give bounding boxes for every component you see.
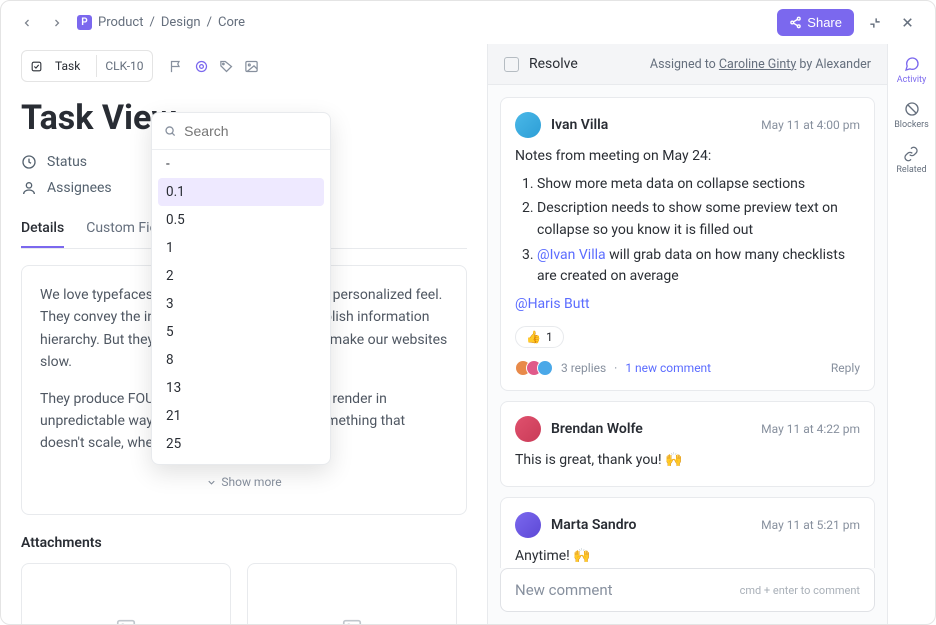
attachments-row: [21, 563, 467, 624]
resolve-label[interactable]: Resolve: [529, 56, 578, 72]
estimate-icon[interactable]: [194, 59, 209, 74]
replies-count[interactable]: 3 replies: [561, 361, 606, 375]
flag-icon[interactable]: [169, 59, 184, 74]
mention-link[interactable]: @Ivan Villa: [537, 247, 606, 263]
status-label: Status: [47, 154, 87, 170]
comment-time: May 11 at 4:22 pm: [761, 422, 860, 436]
dropdown-item[interactable]: 8: [152, 346, 330, 374]
sidebar-related[interactable]: Related: [896, 146, 926, 175]
dropdown-item[interactable]: 3: [152, 290, 330, 318]
share-button[interactable]: Share: [777, 9, 854, 36]
comments-list: Ivan Villa May 11 at 4:00 pm Notes from …: [488, 85, 887, 568]
breadcrumb-item[interactable]: Product: [98, 15, 143, 30]
comment-list-item: @Ivan Villa will grab data on how many c…: [537, 245, 860, 288]
sidebar-activity[interactable]: Activity: [897, 56, 926, 85]
assignee-link[interactable]: Caroline Ginty: [719, 57, 796, 72]
minimize-icon[interactable]: [864, 12, 886, 34]
comment-time: May 11 at 5:21 pm: [761, 518, 860, 532]
attachment-placeholder[interactable]: [21, 563, 231, 624]
comment: Ivan Villa May 11 at 4:00 pm Notes from …: [500, 97, 875, 391]
topbar: P Product / Design / Core Share: [1, 1, 935, 44]
breadcrumb-item[interactable]: Core: [218, 15, 245, 30]
attachments-heading: Attachments: [21, 535, 467, 551]
nav-forward-icon[interactable]: [47, 13, 67, 33]
composer-hint: cmd + enter to comment: [740, 584, 860, 597]
dropdown-item[interactable]: 25: [152, 430, 330, 458]
task-pill[interactable]: Task CLK-10: [21, 50, 153, 82]
dropdown-item[interactable]: -: [152, 150, 330, 178]
dropdown-search-input[interactable]: [184, 123, 318, 139]
image-icon[interactable]: [244, 59, 259, 74]
comment-text: This is great, thank you! 🙌: [515, 450, 860, 472]
reply-button[interactable]: Reply: [831, 361, 860, 375]
avatar: [515, 112, 541, 138]
reaction-button[interactable]: 👍 1: [515, 326, 564, 348]
breadcrumb-item[interactable]: Design: [161, 15, 201, 30]
dropdown-item[interactable]: 0.5: [152, 206, 330, 234]
comment-time: May 11 at 4:00 pm: [761, 118, 860, 132]
comment-list-item: Show more meta data on collapse sections: [537, 174, 860, 196]
sidebar-blockers[interactable]: Blockers: [894, 101, 929, 130]
comment-text: Anytime! 🙌: [515, 546, 860, 568]
avatar: [515, 512, 541, 538]
nav-back-icon[interactable]: [17, 13, 37, 33]
dropdown-item[interactable]: 13: [152, 374, 330, 402]
main-panel: Task CLK-10 Task View Status Assignees D…: [1, 44, 487, 624]
composer-placeholder: New comment: [515, 581, 740, 599]
dropdown-item[interactable]: 5: [152, 318, 330, 346]
close-icon[interactable]: [896, 11, 919, 34]
comment-author: Marta Sandro: [551, 517, 636, 533]
resolve-bar: Resolve Assigned to Caroline Ginty by Al…: [488, 44, 887, 85]
task-toolbar: Task CLK-10: [21, 44, 467, 88]
activity-panel: Resolve Assigned to Caroline Ginty by Al…: [487, 44, 887, 624]
reply-avatars: [515, 360, 553, 376]
dropdown-item[interactable]: 21: [152, 402, 330, 430]
estimate-dropdown[interactable]: - 0.1 0.5 1 2 3 5 8 13 21 25: [151, 112, 331, 465]
task-id: CLK-10: [96, 55, 151, 77]
breadcrumb[interactable]: P Product / Design / Core: [77, 15, 245, 30]
attachment-placeholder[interactable]: [247, 563, 457, 624]
comment-author: Ivan Villa: [551, 117, 608, 133]
comment: Brendan Wolfe May 11 at 4:22 pm This is …: [500, 401, 875, 487]
resolve-checkbox[interactable]: [504, 57, 519, 72]
right-sidebar: Activity Blockers Related: [887, 44, 935, 624]
tag-icon[interactable]: [219, 59, 234, 74]
comment-composer[interactable]: New comment cmd + enter to comment: [500, 568, 875, 612]
dropdown-item[interactable]: 2: [152, 262, 330, 290]
assigned-to: Assigned to Caroline Ginty by Alexander: [650, 57, 871, 72]
mention-link[interactable]: @Haris Butt: [515, 296, 590, 312]
tab-details[interactable]: Details: [21, 210, 64, 248]
comment-list-item: Description needs to show some preview t…: [537, 198, 860, 241]
comment-intro: Notes from meeting on May 24:: [515, 146, 860, 168]
search-icon: [164, 124, 176, 138]
comment: Marta Sandro May 11 at 5:21 pm Anytime! …: [500, 497, 875, 569]
dropdown-item-selected[interactable]: 0.1: [158, 178, 324, 206]
share-label: Share: [807, 15, 842, 30]
assignees-label: Assignees: [47, 180, 112, 196]
comment-author: Brendan Wolfe: [551, 421, 643, 437]
dropdown-item[interactable]: 1: [152, 234, 330, 262]
avatar: [515, 416, 541, 442]
new-comment-count[interactable]: 1 new comment: [625, 361, 711, 375]
project-badge: P: [77, 15, 92, 30]
show-more-button[interactable]: Show more: [40, 469, 448, 496]
